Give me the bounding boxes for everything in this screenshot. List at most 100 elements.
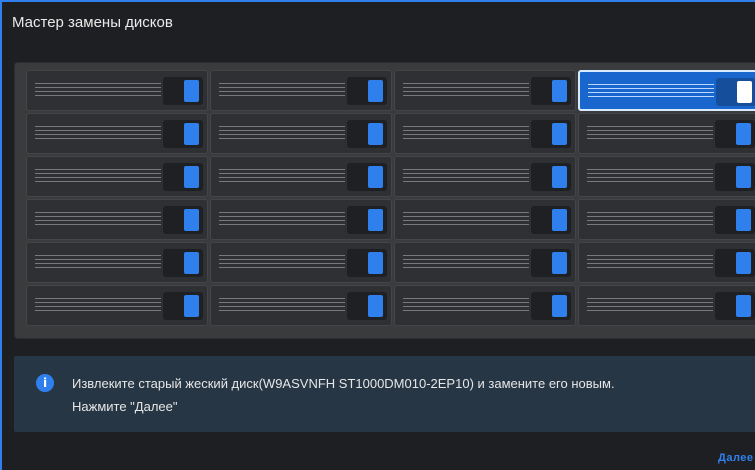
tray-vent-lines (219, 212, 345, 226)
drive-bay-tray[interactable] (578, 70, 755, 111)
tray-latch (531, 249, 571, 277)
drive-bay-tray[interactable] (578, 156, 755, 197)
tray-latch (715, 292, 755, 320)
tray-vent-lines (403, 298, 529, 312)
drive-bay-panel (14, 62, 755, 339)
tray-latch (163, 292, 203, 320)
drive-status-indicator (184, 252, 199, 274)
drive-status-indicator (368, 80, 383, 102)
window-title: Мастер замены дисков (12, 14, 173, 31)
drive-status-indicator (552, 295, 567, 317)
drive-status-indicator (368, 209, 383, 231)
tray-vent-lines (403, 83, 529, 97)
info-message-box: i Извлеките старый жеский диск(W9ASVNFH … (14, 356, 755, 432)
tray-latch (347, 292, 387, 320)
replace-disk-wizard-window: Мастер замены дисков i Извлеките старый … (0, 0, 755, 470)
tray-vent-lines (219, 126, 345, 140)
drive-bay-tray[interactable] (394, 113, 576, 154)
drive-status-indicator (184, 295, 199, 317)
drive-bay-tray[interactable] (394, 199, 576, 240)
tray-vent-lines (403, 255, 529, 269)
tray-latch (531, 292, 571, 320)
drive-status-indicator (736, 209, 751, 231)
drive-status-indicator (184, 209, 199, 231)
tray-latch (347, 120, 387, 148)
tray-vent-lines (219, 298, 345, 312)
drive-bay-tray[interactable] (210, 70, 392, 111)
drive-bay-tray[interactable] (578, 113, 755, 154)
drive-status-indicator (736, 166, 751, 188)
info-message-line-2: Нажмите "Далее" (72, 399, 178, 414)
tray-vent-lines (587, 255, 713, 269)
drive-bay-tray[interactable] (26, 285, 208, 326)
drive-status-indicator (368, 295, 383, 317)
tray-latch (163, 120, 203, 148)
tray-latch (163, 163, 203, 191)
tray-latch (347, 163, 387, 191)
drive-status-indicator (552, 80, 567, 102)
tray-vent-lines (219, 83, 345, 97)
drive-bay-tray[interactable] (578, 242, 755, 283)
drive-bay-tray[interactable] (210, 113, 392, 154)
drive-bay-tray[interactable] (578, 285, 755, 326)
drive-bay-tray[interactable] (210, 156, 392, 197)
tray-vent-lines (219, 255, 345, 269)
drive-bay-tray[interactable] (394, 242, 576, 283)
drive-bay-tray[interactable] (578, 199, 755, 240)
drive-bay-tray[interactable] (26, 156, 208, 197)
drive-status-indicator (736, 252, 751, 274)
drive-bay-tray[interactable] (210, 242, 392, 283)
tray-latch (715, 120, 755, 148)
tray-latch (531, 163, 571, 191)
drive-status-indicator (552, 123, 567, 145)
drive-status-indicator (736, 123, 751, 145)
tray-vent-lines (35, 126, 161, 140)
drive-bay-tray[interactable] (394, 285, 576, 326)
tray-vent-lines (219, 169, 345, 183)
drive-bay-tray[interactable] (26, 113, 208, 154)
tray-latch (347, 249, 387, 277)
tray-latch (163, 77, 203, 105)
drive-bay-tray[interactable] (210, 199, 392, 240)
tray-latch (347, 77, 387, 105)
tray-vent-lines (587, 126, 713, 140)
tray-vent-lines (35, 83, 161, 97)
drive-bay-tray[interactable] (26, 242, 208, 283)
tray-vent-lines (35, 169, 161, 183)
next-button[interactable]: Далее (718, 452, 754, 464)
info-icon: i (36, 374, 54, 392)
drive-status-indicator (368, 166, 383, 188)
drive-status-indicator (368, 123, 383, 145)
drive-bay-tray[interactable] (26, 199, 208, 240)
tray-latch (347, 206, 387, 234)
drive-status-indicator (552, 209, 567, 231)
drive-bay-grid (26, 70, 755, 326)
drive-status-indicator (737, 81, 752, 103)
drive-status-indicator (736, 295, 751, 317)
drive-status-indicator (184, 166, 199, 188)
tray-vent-lines (403, 212, 529, 226)
tray-vent-lines (35, 212, 161, 226)
tray-vent-lines (587, 212, 713, 226)
drive-bay-tray[interactable] (210, 285, 392, 326)
tray-vent-lines (403, 169, 529, 183)
drive-bay-tray[interactable] (394, 156, 576, 197)
drive-bay-tray[interactable] (26, 70, 208, 111)
tray-vent-lines (588, 84, 714, 98)
tray-latch (531, 120, 571, 148)
drive-status-indicator (184, 123, 199, 145)
tray-vent-lines (35, 298, 161, 312)
tray-latch (163, 249, 203, 277)
tray-latch (715, 163, 755, 191)
info-message-line-1: Извлеките старый жеский диск(W9ASVNFH ST… (72, 376, 615, 391)
tray-latch (163, 206, 203, 234)
drive-status-indicator (184, 80, 199, 102)
tray-vent-lines (35, 255, 161, 269)
tray-vent-lines (587, 169, 713, 183)
tray-latch (715, 249, 755, 277)
drive-status-indicator (552, 166, 567, 188)
tray-latch (716, 78, 755, 106)
tray-latch (531, 206, 571, 234)
drive-bay-tray[interactable] (394, 70, 576, 111)
tray-vent-lines (587, 298, 713, 312)
